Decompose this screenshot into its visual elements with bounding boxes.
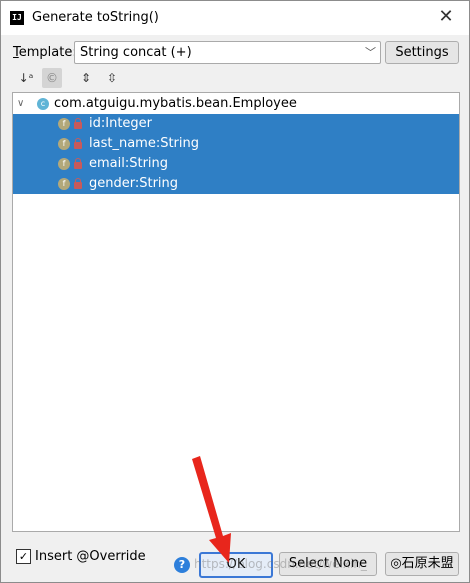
red-arrow-annotation	[192, 456, 231, 563]
generate-tostring-dialog: IJ Generate toString() ✕ Template: Strin…	[0, 0, 470, 583]
